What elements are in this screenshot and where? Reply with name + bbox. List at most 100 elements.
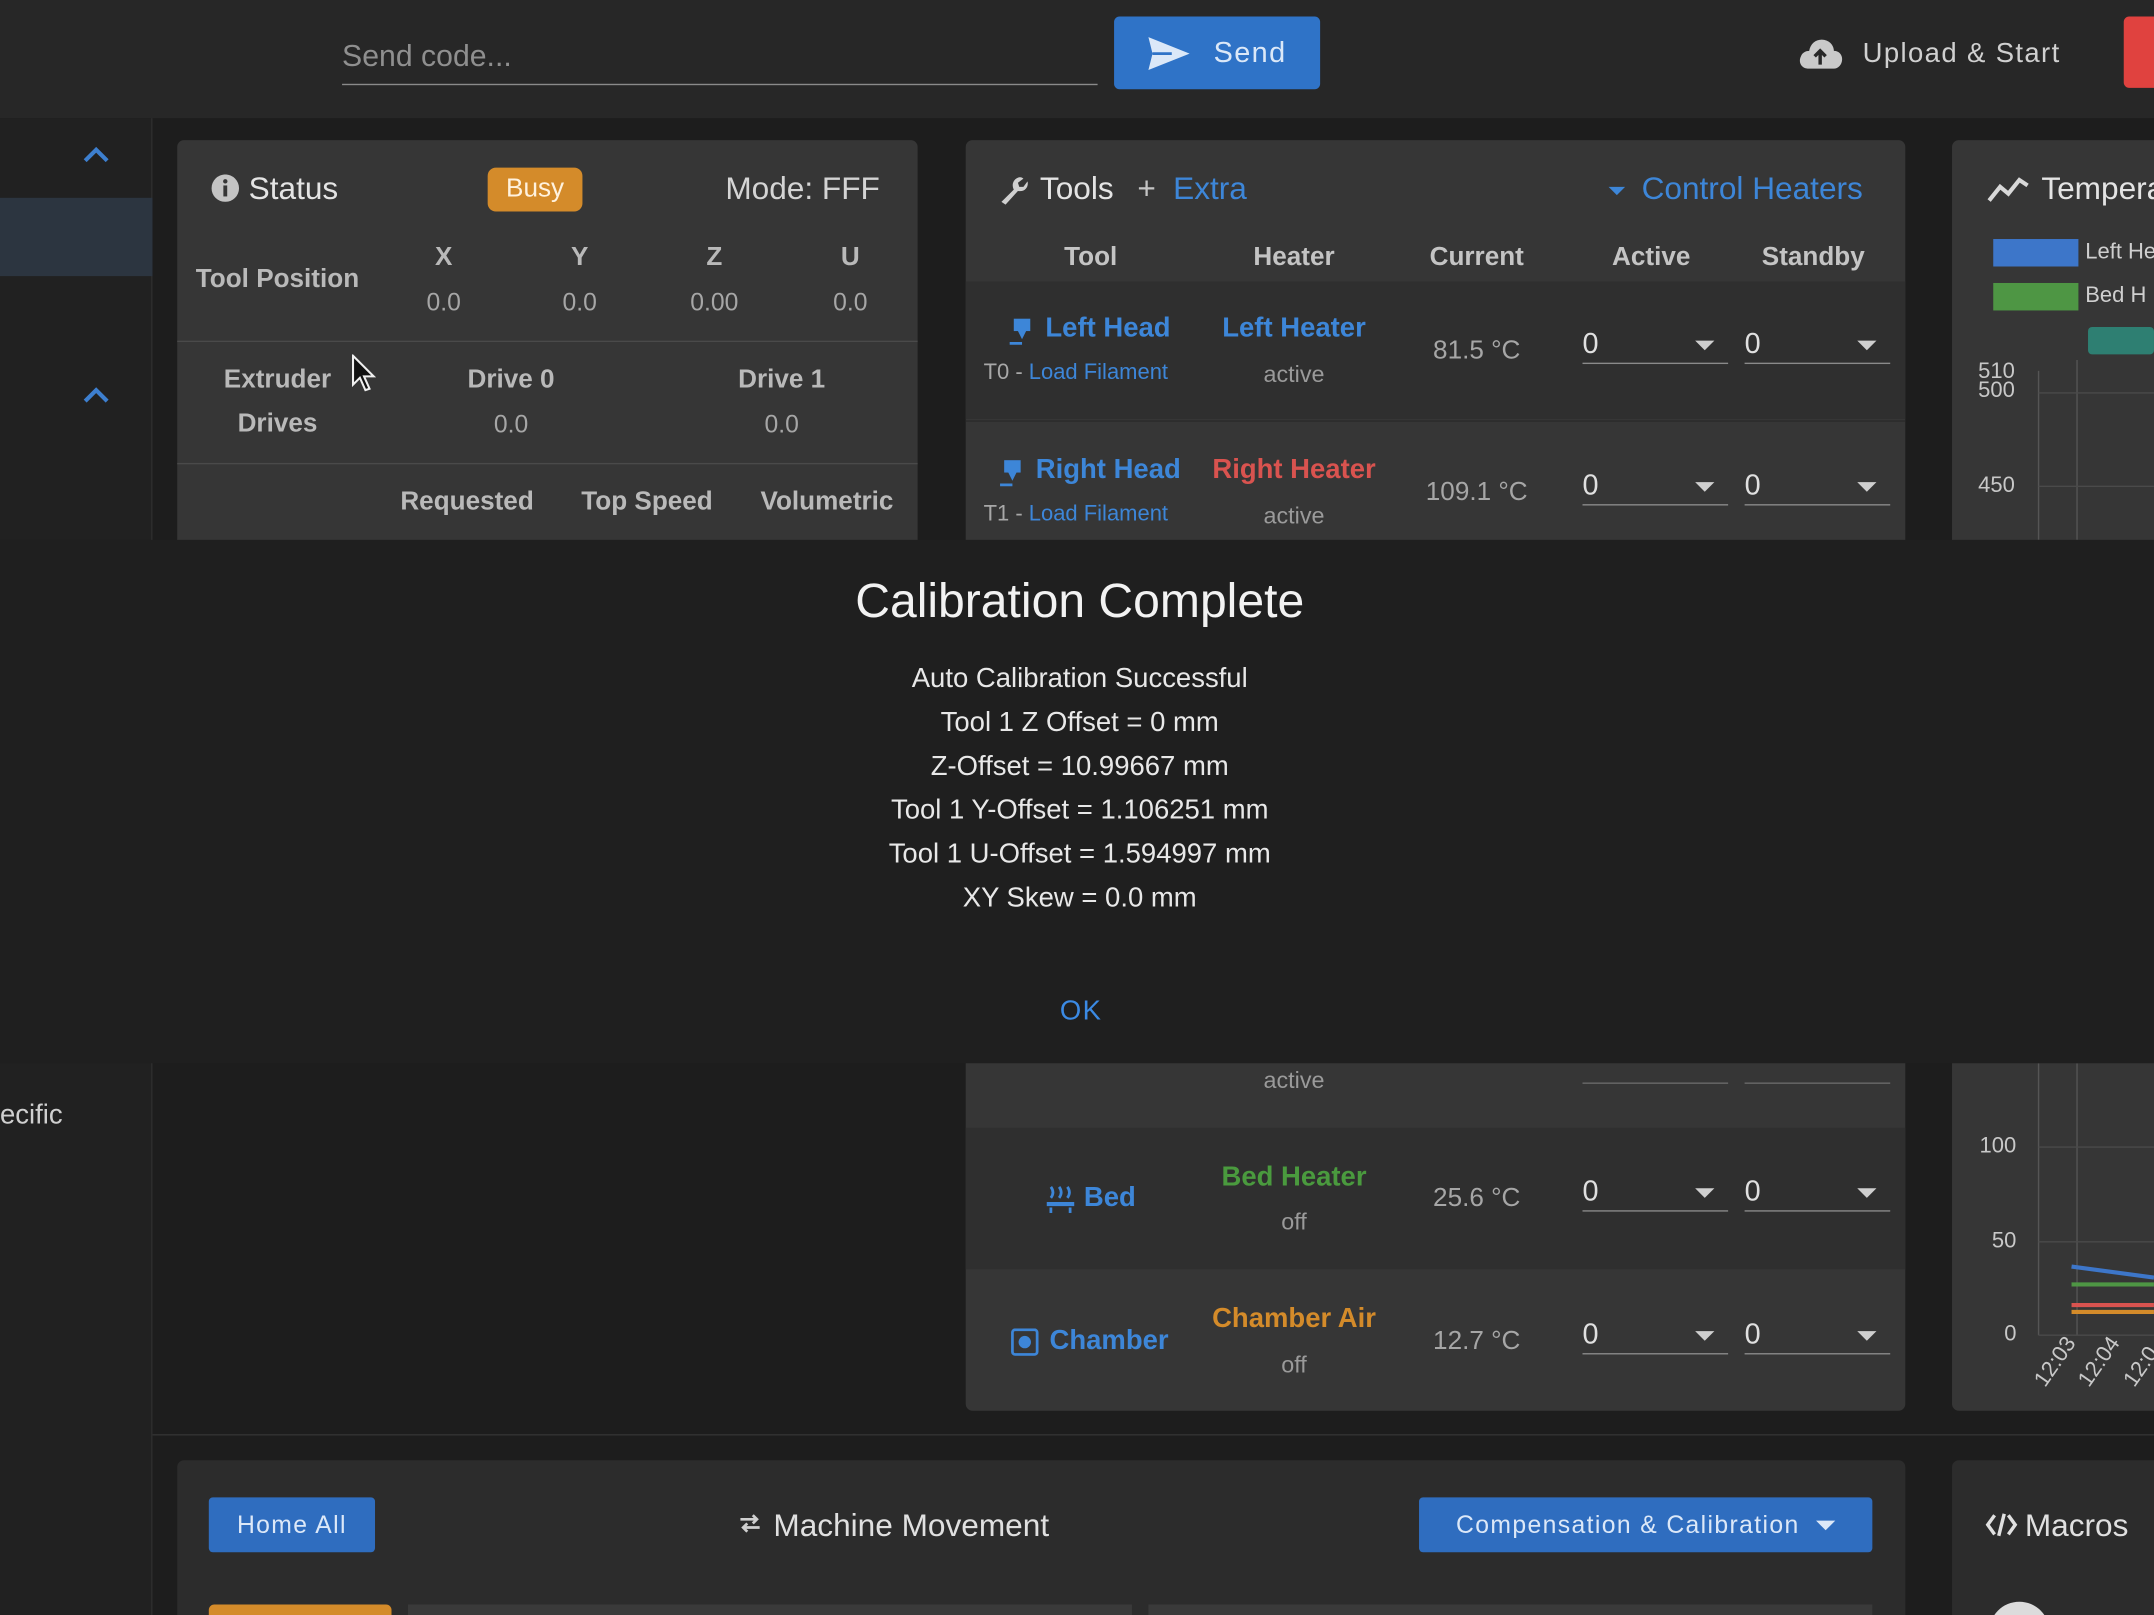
movement-title: Machine Movement — [773, 1506, 1050, 1543]
nozzle-icon — [1007, 316, 1034, 353]
sidebar-item-label[interactable]: ecific — [0, 1100, 63, 1132]
divider — [965, 420, 1906, 422]
current-temp: 25.6 °C — [1433, 1184, 1521, 1213]
emergency-stop-button[interactable] — [2123, 16, 2154, 88]
speed-header: Requested — [400, 487, 534, 517]
heater-name[interactable]: Left Heater — [1198, 313, 1390, 345]
active-temp-select[interactable] — [1582, 1082, 1729, 1084]
tool-name[interactable]: Left Head — [1045, 313, 1170, 345]
active-value: 0 — [1582, 1318, 1599, 1351]
speed-header: Volumetric — [760, 487, 894, 517]
active-temp-select[interactable]: 0 — [1582, 1175, 1729, 1212]
tool-name[interactable]: Right Head — [1036, 455, 1181, 487]
send-icon — [1149, 36, 1191, 70]
status-badge: Busy — [487, 167, 583, 212]
axis-name: U — [840, 243, 860, 272]
chevron-up-icon[interactable] — [82, 381, 109, 413]
column-header: Current — [1429, 243, 1524, 272]
tool-name[interactable]: Chamber — [1050, 1326, 1169, 1358]
axis-name: Z — [706, 243, 723, 272]
plus-icon[interactable]: + — [1137, 170, 1155, 207]
divider — [152, 1434, 2154, 1436]
extruder-label: Extruder — [223, 365, 332, 395]
heater-state: off — [1281, 1208, 1307, 1235]
column-header: Tool — [1064, 243, 1118, 272]
heater-name[interactable]: Bed Heater — [1198, 1162, 1390, 1194]
standby-temp-select[interactable]: 0 — [1744, 1175, 1891, 1212]
legend-swatch — [2088, 326, 2154, 355]
axis-name: Y — [570, 243, 589, 272]
upload-start-label: Upload & Start — [1862, 37, 2061, 68]
standby-temp-select[interactable]: 0 — [1744, 469, 1891, 506]
heater-state: active — [1263, 1067, 1325, 1094]
active-value: 0 — [1582, 1175, 1599, 1208]
active-temp-select[interactable]: 0 — [1582, 328, 1729, 365]
divider — [177, 340, 918, 343]
code-icon — [1985, 1511, 2018, 1545]
heater-name[interactable]: Right Heater — [1198, 455, 1390, 487]
control-heaters-link[interactable]: Control Heaters — [1642, 170, 1863, 207]
movement-button[interactable] — [208, 1604, 392, 1615]
chart-plot-bottom — [2037, 1063, 2154, 1336]
column-header: Standby — [1761, 243, 1865, 272]
tool-position-label: Tool Position — [195, 265, 360, 294]
movement-button-group[interactable] — [1148, 1604, 1873, 1615]
send-button[interactable]: Send — [1114, 16, 1321, 90]
standby-value: 0 — [1744, 469, 1761, 502]
drive-name: Drive 1 — [738, 365, 826, 395]
bed-heater-icon — [1045, 1184, 1075, 1221]
axis-value: 0.00 — [690, 288, 739, 316]
legend-label: Left He — [2085, 240, 2154, 264]
compensation-calibration-button[interactable]: Compensation & Calibration — [1419, 1497, 1873, 1553]
sidebar-item-active[interactable] — [0, 197, 153, 277]
dialog-line: Auto Calibration Successful — [911, 663, 1248, 694]
mode-label: Mode: FFF — [725, 170, 880, 207]
legend-label: Bed H — [2085, 284, 2147, 308]
heater-state: active — [1263, 502, 1325, 529]
wrench-icon — [997, 174, 1030, 214]
ok-button[interactable]: OK — [1037, 986, 1125, 1035]
axis-value: 0.0 — [562, 288, 597, 316]
mouse-cursor-icon — [352, 353, 377, 399]
heater-state: off — [1281, 1351, 1307, 1378]
movement-button-group[interactable] — [407, 1604, 1132, 1615]
heater-state: active — [1263, 361, 1325, 388]
drive-value: 0.0 — [493, 410, 529, 439]
chart-grid-top — [2037, 359, 2154, 540]
active-value: 0 — [1582, 328, 1599, 360]
info-icon — [211, 174, 240, 208]
nozzle-icon — [997, 457, 1024, 494]
swap-arrows-icon — [736, 1510, 763, 1544]
standby-value: 0 — [1744, 1175, 1761, 1208]
tool-name[interactable]: Bed — [1084, 1183, 1136, 1215]
load-filament-link[interactable]: Load Filament — [1029, 503, 1168, 526]
load-filament-link[interactable]: Load Filament — [1029, 361, 1168, 384]
active-temp-select[interactable]: 0 — [1582, 1318, 1729, 1355]
standby-temp-select[interactable]: 0 — [1744, 1319, 1891, 1355]
heater-name[interactable]: Chamber Air — [1198, 1304, 1390, 1336]
drive-name: Drive 0 — [467, 365, 555, 395]
send-label: Send — [1213, 36, 1287, 68]
speed-header: Top Speed — [581, 487, 713, 517]
legend-swatch — [1993, 239, 2079, 267]
y-tick-label: 0 — [2004, 1322, 2017, 1347]
column-header: Heater — [1253, 243, 1335, 272]
extra-link[interactable]: Extra — [1173, 170, 1247, 207]
axis-value: 0.0 — [833, 288, 868, 316]
tool-number: T1 - — [983, 502, 1029, 527]
column-header: Active — [1612, 243, 1691, 272]
standby-temp-select[interactable]: 0 — [1744, 328, 1891, 365]
standby-temp-select[interactable] — [1744, 1082, 1891, 1084]
active-value: 0 — [1582, 469, 1599, 502]
caret-down-icon[interactable] — [1608, 186, 1626, 196]
home-all-button[interactable]: Home All — [208, 1497, 376, 1553]
axis-value: 0.0 — [426, 288, 461, 316]
chart-line-icon — [1986, 174, 2030, 211]
current-temp: 12.7 °C — [1433, 1326, 1521, 1356]
tool-sub: T0 - Load Filament — [984, 361, 1168, 386]
chevron-up-icon[interactable] — [82, 140, 109, 172]
active-temp-select[interactable]: 0 — [1582, 469, 1729, 506]
dialog-line: Tool 1 Y-Offset = 1.106251 mm — [890, 795, 1269, 826]
send-code-input[interactable] — [342, 27, 1098, 86]
upload-start-button[interactable]: Upload & Start — [1758, 19, 2099, 88]
